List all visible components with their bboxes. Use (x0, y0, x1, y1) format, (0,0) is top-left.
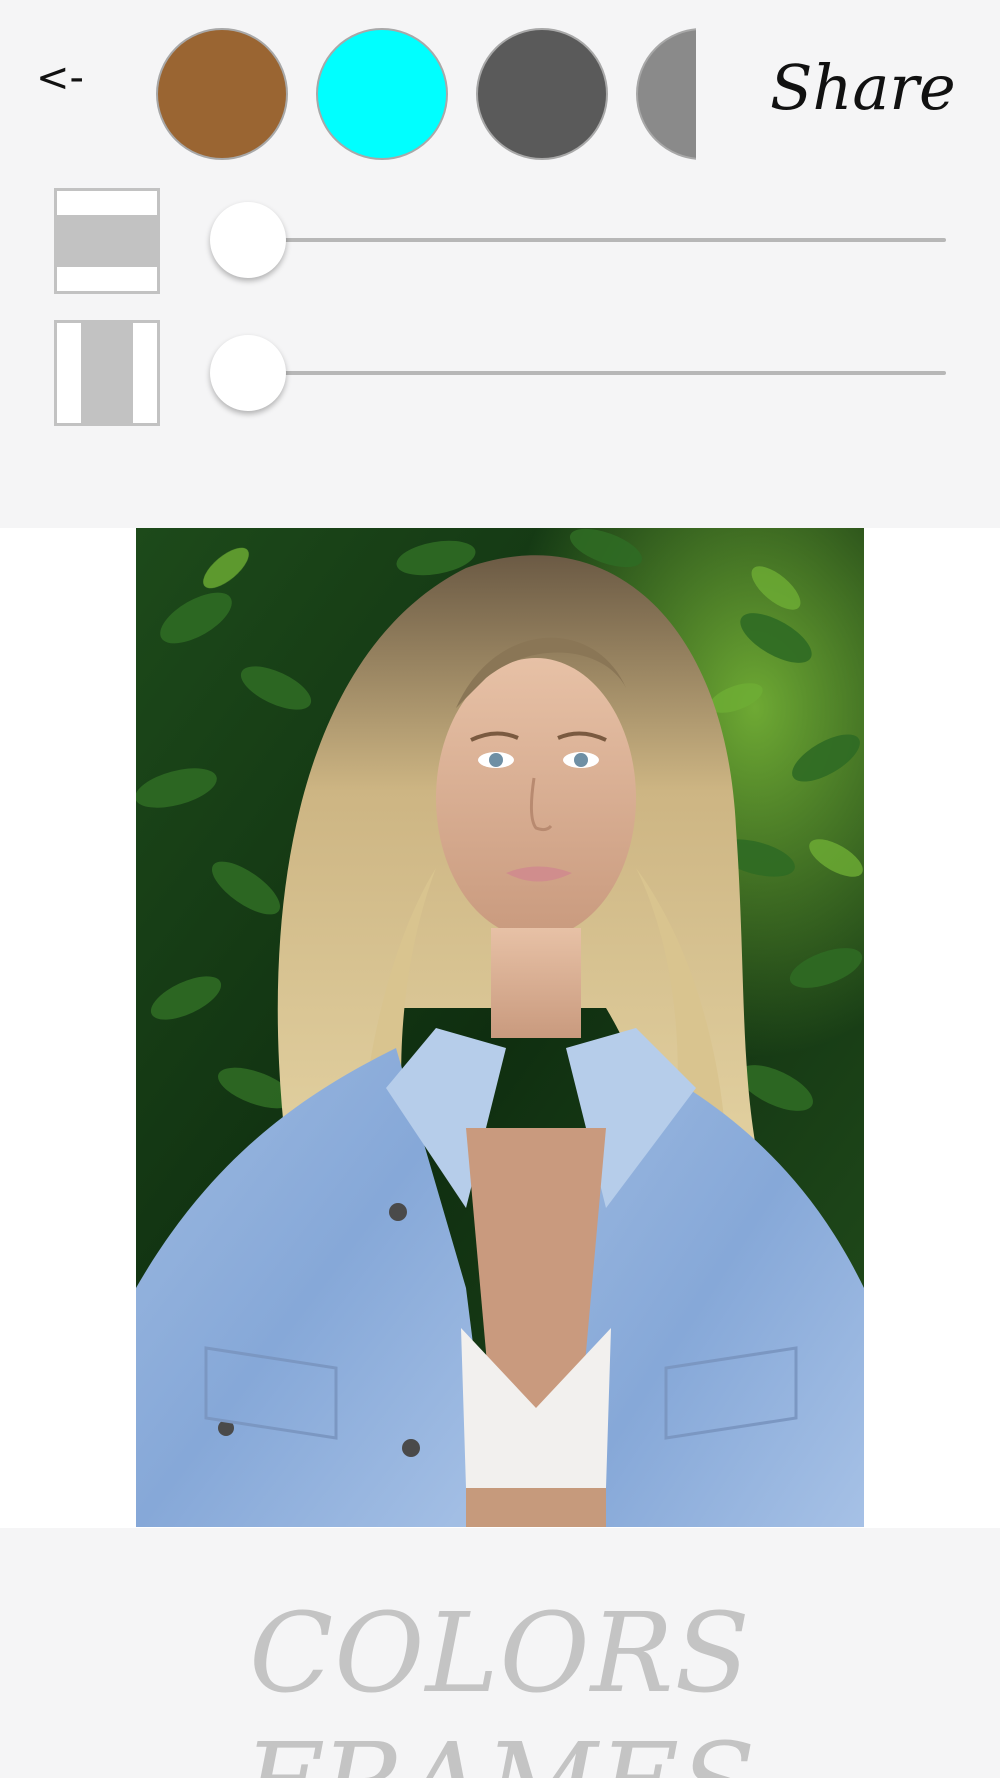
app-brand-title: COLORS FRAMES (244, 1589, 756, 1778)
portrait-photo (136, 528, 864, 1527)
slider-thumb[interactable] (210, 335, 286, 411)
color-swatch-gray[interactable] (636, 28, 696, 160)
vertical-border-slider[interactable] (210, 333, 946, 413)
color-swatch-brown[interactable] (156, 28, 288, 160)
footer: COLORS FRAMES (0, 1528, 1000, 1778)
color-swatch-cyan[interactable] (316, 28, 448, 160)
horizontal-frame-icon (54, 188, 160, 294)
slider-thumb[interactable] (210, 202, 286, 278)
horizontal-border-slider[interactable] (210, 200, 946, 280)
controls-panel: <- Share (0, 0, 1000, 528)
slider-track (240, 371, 946, 375)
color-swatch-dark-gray[interactable] (476, 28, 608, 160)
color-swatch-strip[interactable] (150, 26, 696, 162)
share-button[interactable]: Share (770, 46, 956, 130)
back-button[interactable]: <- (36, 48, 100, 108)
vertical-frame-icon (54, 320, 160, 426)
slider-track (240, 238, 946, 242)
frame-preview (0, 528, 1000, 1528)
